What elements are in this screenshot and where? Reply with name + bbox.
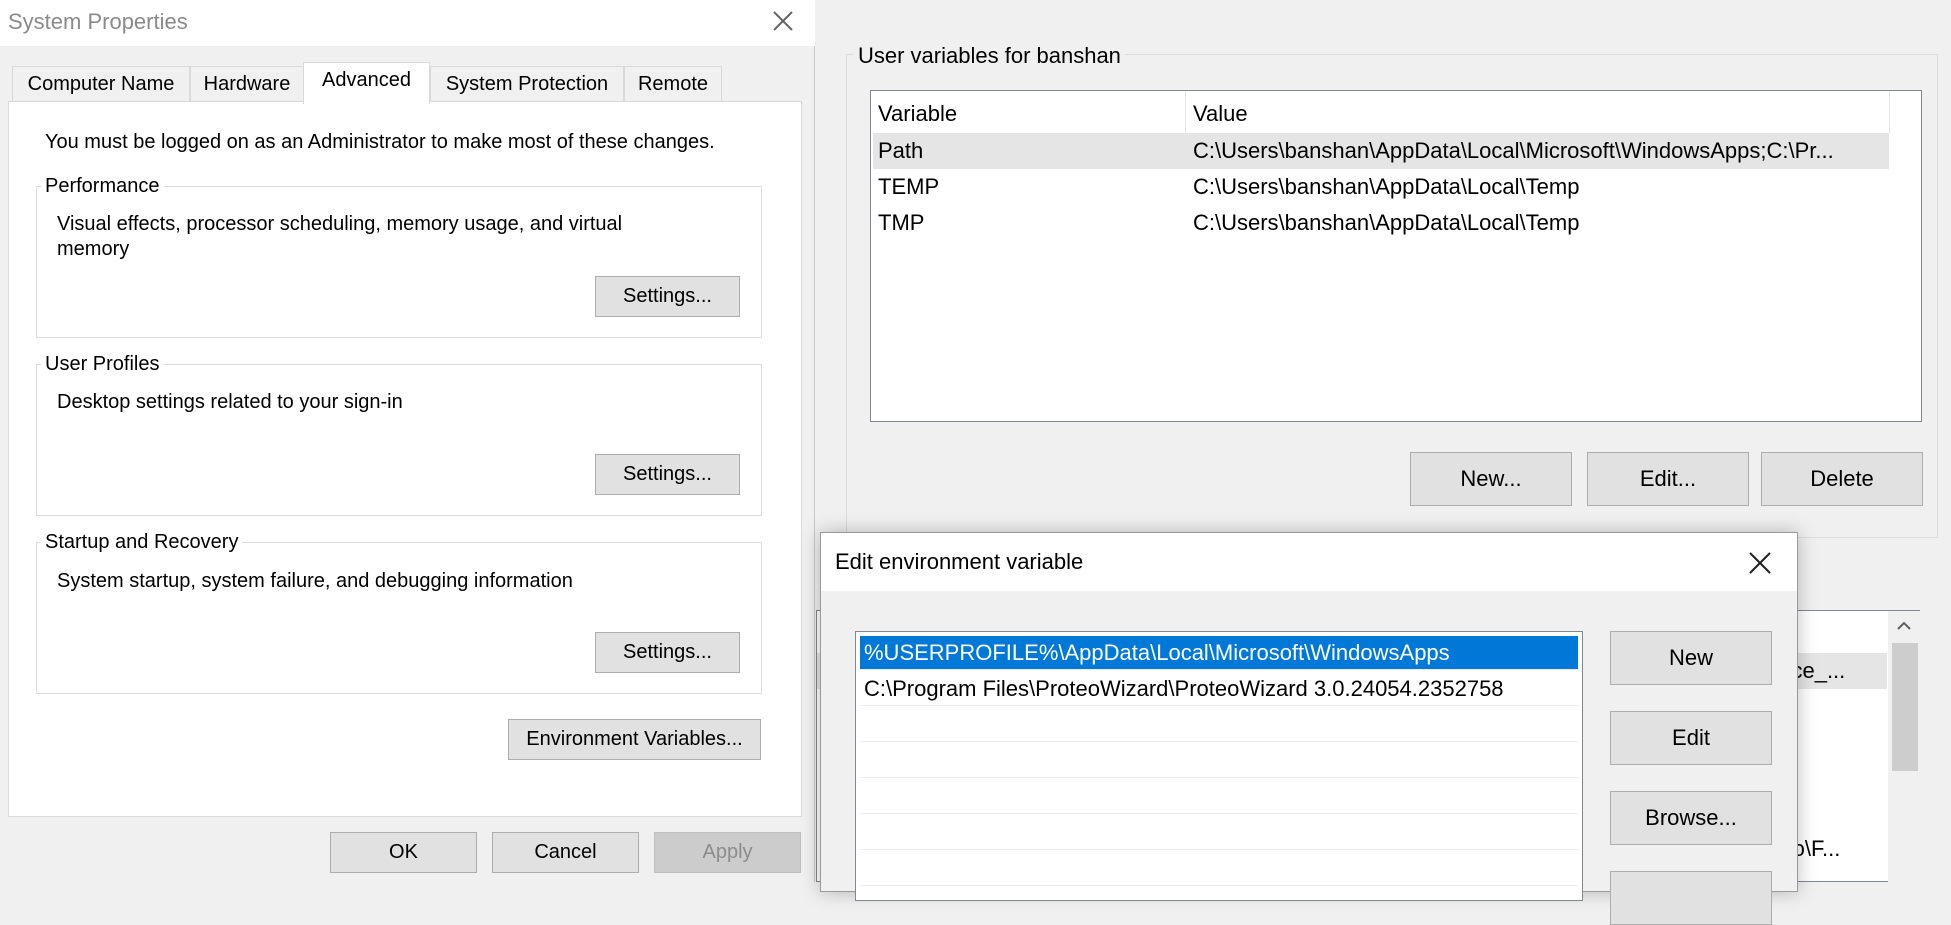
title-bar: System Properties bbox=[0, 0, 815, 46]
user-new-button[interactable]: New... bbox=[1410, 452, 1572, 506]
edit-entry-button[interactable]: Edit bbox=[1610, 711, 1772, 765]
list-item-empty[interactable] bbox=[860, 852, 1578, 886]
row-value[interactable]: C:\Users\banshan\AppData\Local\Temp bbox=[1193, 210, 1579, 236]
list-item-empty[interactable] bbox=[860, 744, 1578, 778]
scroll-thumb[interactable] bbox=[1892, 643, 1918, 771]
row-variable: Path bbox=[878, 138, 924, 163]
startup-recovery-settings-button[interactable]: Settings... bbox=[595, 632, 740, 673]
performance-settings-button[interactable]: Settings... bbox=[595, 276, 740, 317]
edit-environment-variable-dialog: Edit environment variable %USERPROFILE%\… bbox=[820, 532, 1798, 925]
column-header-value[interactable]: Value bbox=[1193, 101, 1248, 127]
list-item-empty[interactable] bbox=[860, 708, 1578, 742]
performance-title: Performance bbox=[41, 175, 164, 198]
path-entries-list[interactable]: %USERPROFILE%\AppData\Local\Microsoft\Wi… bbox=[855, 631, 1583, 901]
close-icon[interactable] bbox=[768, 6, 798, 36]
performance-description-cont: memory bbox=[57, 238, 130, 260]
scroll-up-icon[interactable] bbox=[1894, 617, 1914, 635]
list-item-empty[interactable] bbox=[860, 816, 1578, 850]
new-entry-button[interactable]: New bbox=[1610, 631, 1772, 685]
close-icon[interactable] bbox=[1746, 549, 1774, 577]
title-bar: Edit environment variable bbox=[821, 533, 1797, 591]
user-profiles-title: User Profiles bbox=[41, 353, 164, 376]
user-delete-button[interactable]: Delete bbox=[1761, 452, 1923, 506]
tab-system-protection[interactable]: System Protection bbox=[430, 66, 624, 102]
environment-variables-button[interactable]: Environment Variables... bbox=[508, 719, 761, 760]
browse-button[interactable]: Browse... bbox=[1610, 791, 1772, 845]
performance-description: Visual effects, processor scheduling, me… bbox=[57, 213, 623, 235]
list-item-selected[interactable]: %USERPROFILE%\AppData\Local\Microsoft\Wi… bbox=[860, 636, 1578, 670]
column-separator bbox=[1889, 91, 1890, 133]
user-variables-table[interactable]: Variable Value Path C:\Users\banshan\App… bbox=[870, 90, 1922, 422]
window-title: System Properties bbox=[8, 9, 188, 34]
delete-entry-button[interactable] bbox=[1610, 871, 1772, 925]
startup-recovery-description: System startup, system failure, and debu… bbox=[57, 570, 573, 592]
tab-advanced[interactable]: Advanced bbox=[303, 62, 430, 104]
apply-button: Apply bbox=[654, 832, 801, 873]
user-profiles-settings-button[interactable]: Settings... bbox=[595, 454, 740, 495]
admin-notice: You must be logged on as an Administrato… bbox=[45, 131, 715, 153]
cancel-button[interactable]: Cancel bbox=[492, 832, 639, 873]
row-value[interactable]: C:\Users\banshan\AppData\Local\Temp bbox=[1193, 174, 1579, 200]
ok-button[interactable]: OK bbox=[330, 832, 477, 873]
tab-remote[interactable]: Remote bbox=[624, 66, 722, 102]
row-value: C:\Users\banshan\AppData\Local\Microsoft… bbox=[1193, 138, 1834, 163]
list-item[interactable]: C:\Program Files\ProteoWizard\ProteoWiza… bbox=[860, 672, 1578, 706]
column-separator bbox=[1185, 91, 1186, 133]
tab-computer-name[interactable]: Computer Name bbox=[12, 66, 190, 102]
system-properties-window: System Properties Computer Name Hardware… bbox=[0, 0, 815, 882]
row-variable[interactable]: TMP bbox=[878, 210, 924, 236]
user-edit-button[interactable]: Edit... bbox=[1587, 452, 1749, 506]
startup-recovery-title: Startup and Recovery bbox=[41, 531, 243, 554]
column-header-variable[interactable]: Variable bbox=[878, 101, 957, 127]
user-variables-title: User variables for banshan bbox=[854, 43, 1125, 69]
dialog-title: Edit environment variable bbox=[835, 549, 1084, 574]
tab-hardware[interactable]: Hardware bbox=[190, 66, 304, 102]
user-profiles-description: Desktop settings related to your sign-in bbox=[57, 391, 403, 413]
list-item-empty[interactable] bbox=[860, 780, 1578, 814]
row-variable[interactable]: TEMP bbox=[878, 174, 939, 200]
